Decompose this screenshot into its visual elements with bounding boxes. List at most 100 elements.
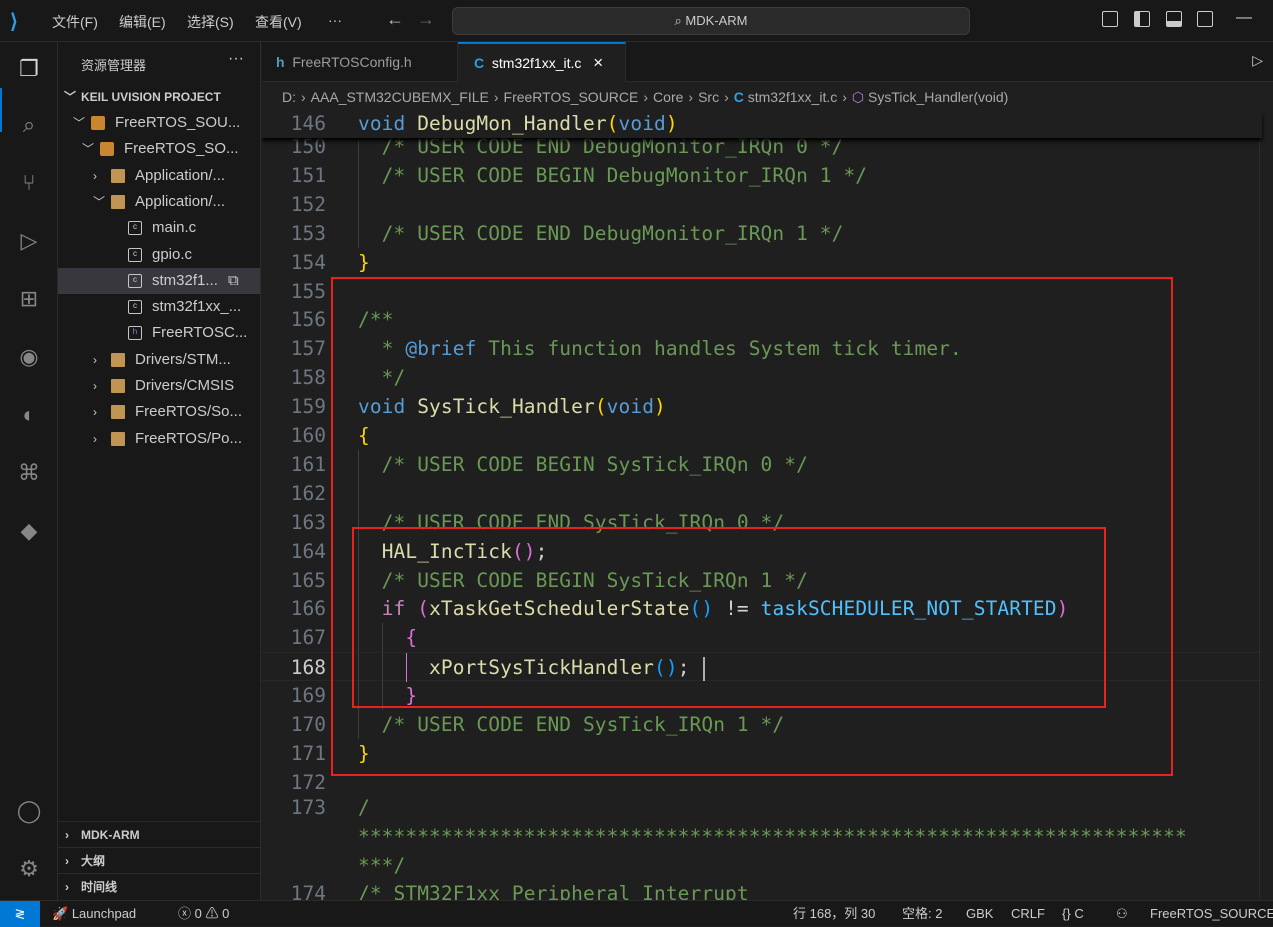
sticky-scroll-line[interactable]: 146 void DebugMon_Handler(void) [262,112,1262,138]
menu-more[interactable]: ··· [328,12,342,28]
chevron-right-icon[interactable]: › [93,399,97,425]
tree-item[interactable]: ﹀ Application/... [58,189,260,215]
edge-icon[interactable]: ◐ [14,400,44,430]
problems-button[interactable]: ⓧ 0 ⚠ 0 [178,901,229,926]
code-line[interactable]: 165 /* USER CODE BEGIN SysTick_IRQn 1 */ [262,565,1262,595]
more-actions-icon[interactable]: ··· [228,50,244,68]
settings-gear-icon[interactable]: ⚙ [14,854,44,884]
code-line[interactable]: 173 / [262,793,1262,822]
customize-layout-icon[interactable] [1102,11,1118,27]
tree-item[interactable]: c main.c [58,215,260,241]
tree-item[interactable]: › FreeRTOS/So... [58,399,260,425]
minimize-icon[interactable]: — [1236,9,1252,27]
toggle-panel-icon[interactable] [1166,11,1182,27]
search-icon[interactable]: ⌕ [14,110,44,140]
code-line[interactable]: 160 { [262,421,1262,450]
code-line[interactable]: 167 { [262,623,1262,653]
line-ending[interactable]: CRLF [1011,901,1045,926]
menu-file[interactable]: 文件(F) [52,12,98,32]
toggle-secondary-sidebar-icon[interactable] [1197,11,1213,27]
chevron-down-icon[interactable]: ﹀ [82,136,94,162]
run-debug-icon[interactable]: ▷ [14,226,44,256]
code-line[interactable]: 159 void SysTick_Handler(void) [262,392,1262,421]
code-line[interactable]: 174 /* STM32F1xx Peripheral Interrupt [262,879,1262,900]
run-icon[interactable]: ▷ [1252,52,1263,69]
breadcrumb-item[interactable]: stm32f1xx_it.c [748,89,837,105]
toggle-sidebar-icon[interactable] [1134,11,1150,27]
chevron-down-icon[interactable]: ﹀ [73,110,85,136]
breadcrumb-item[interactable]: AAA_STM32CUBEMX_FILE [311,89,489,105]
code-line[interactable]: 155 [262,277,1262,306]
code-line[interactable]: 161 /* USER CODE BEGIN SysTick_IRQn 0 */ [262,449,1262,479]
chevron-right-icon[interactable]: › [93,163,97,189]
menu-selection[interactable]: 选择(S) [187,12,234,32]
remote-indicator-icon[interactable]: ≷ [0,901,40,927]
menu-view[interactable]: 查看(V) [255,12,302,32]
code-line[interactable]: 152 [262,189,1262,219]
panel-outline[interactable]: › 大纲 [58,847,260,873]
panel-mdk-arm[interactable]: › MDK-ARM [58,821,260,847]
code-line[interactable]: ****************************************… [262,822,1262,851]
code-line[interactable]: 154} [262,248,1262,277]
tree-item[interactable]: ﹀ FreeRTOS_SOU... [58,110,260,136]
workspace-name[interactable]: FreeRTOS_SOURCE [1150,901,1273,926]
extensions-icon[interactable]: ⊞ [14,284,44,314]
breadcrumb-item[interactable]: Core [653,89,683,105]
code-line[interactable]: 168 xPortSysTickHandler(); [262,652,1262,683]
copy-icon[interactable]: ⧉ [228,268,239,294]
menu-edit[interactable]: 编辑(E) [119,12,166,32]
breadcrumb-item[interactable]: D: [282,89,296,105]
tree-item[interactable]: › Drivers/CMSIS [58,373,260,399]
source-control-icon[interactable]: ⑂ [14,168,44,198]
tree-item[interactable]: › Application/... [58,163,260,189]
code-line[interactable]: 171} [262,739,1262,768]
code-line[interactable]: 166 if (xTaskGetSchedulerState() != task… [262,594,1262,624]
keil-icon[interactable]: ◆ [14,516,44,546]
tree-item[interactable]: › FreeRTOS/Po... [58,426,260,452]
editor-scrollbar[interactable] [1259,112,1273,900]
encoding[interactable]: GBK [966,901,993,926]
code-line[interactable]: 170 /* USER CODE END SysTick_IRQn 1 */ [262,710,1262,739]
gitlens-icon[interactable]: ◉ [14,342,44,372]
tree-item[interactable]: c stm32f1... ⧉ [58,267,260,294]
language-mode[interactable]: {} C [1062,901,1084,926]
command-center-search[interactable]: ⌕ MDK-ARM [452,7,970,35]
code-line[interactable]: 163 /* USER CODE END SysTick_IRQn 0 */ [262,507,1262,537]
forward-icon[interactable]: → [417,9,435,30]
code-line[interactable]: 158 */ [262,363,1262,392]
chevron-right-icon[interactable]: › [93,373,97,399]
tab-freertosconfig-h[interactable]: h FreeRTOSConfig.h [262,42,458,82]
breadcrumb-item[interactable]: FreeRTOS_SOURCE [504,89,639,105]
code-line[interactable]: 156 /** [262,305,1262,334]
tree-item[interactable]: › Drivers/STM... [58,347,260,373]
tree-item[interactable]: ﹀ FreeRTOS_SO... [58,136,260,162]
code-editor[interactable]: 146 void DebugMon_Handler(void) 150 /* US… [262,112,1273,900]
account-icon[interactable]: ◯ [14,796,44,826]
chevron-down-icon[interactable]: ﹀ [93,189,105,215]
code-line[interactable]: 153 /* USER CODE END DebugMonitor_IRQn 1… [262,218,1262,248]
tree-item[interactable]: h FreeRTOSC... [58,320,260,346]
launchpad-button[interactable]: 🚀 Launchpad [52,901,136,926]
tab-stm32f1xx-it-c[interactable]: C stm32f1xx_it.c × [458,42,626,82]
code-line[interactable]: 164 HAL_IncTick(); [262,536,1262,566]
indentation[interactable]: 空格: 2 [902,901,942,926]
code-line[interactable]: 157 * @brief This function handles Syste… [262,334,1262,363]
close-icon[interactable]: × [593,53,603,72]
back-icon[interactable]: ← [386,9,404,30]
chevron-right-icon[interactable]: › [93,347,97,373]
breadcrumb-item[interactable]: Src [698,89,719,105]
tree-item[interactable]: c stm32f1xx_... [58,294,260,320]
panel-timeline[interactable]: › 时间线 [58,873,260,899]
feedback-icon[interactable]: ⚇ [1116,901,1128,926]
project-section-header[interactable]: ﹀ KEIL UVISION PROJECT [58,84,260,110]
code-line[interactable]: ***/ [262,851,1262,880]
cursor-position[interactable]: 行 168，列 30 [793,901,875,926]
explorer-icon[interactable]: ❐ [14,54,44,84]
code-line[interactable]: 162 [262,478,1262,508]
chevron-right-icon[interactable]: › [93,426,97,452]
code-line[interactable]: 169 } [262,681,1262,711]
tree-item[interactable]: c gpio.c [58,242,260,268]
breadcrumb-item[interactable]: SysTick_Handler(void) [868,89,1008,105]
python-icon[interactable]: ⌘ [14,458,44,488]
code-line[interactable]: 151 /* USER CODE BEGIN DebugMonitor_IRQn… [262,160,1262,190]
